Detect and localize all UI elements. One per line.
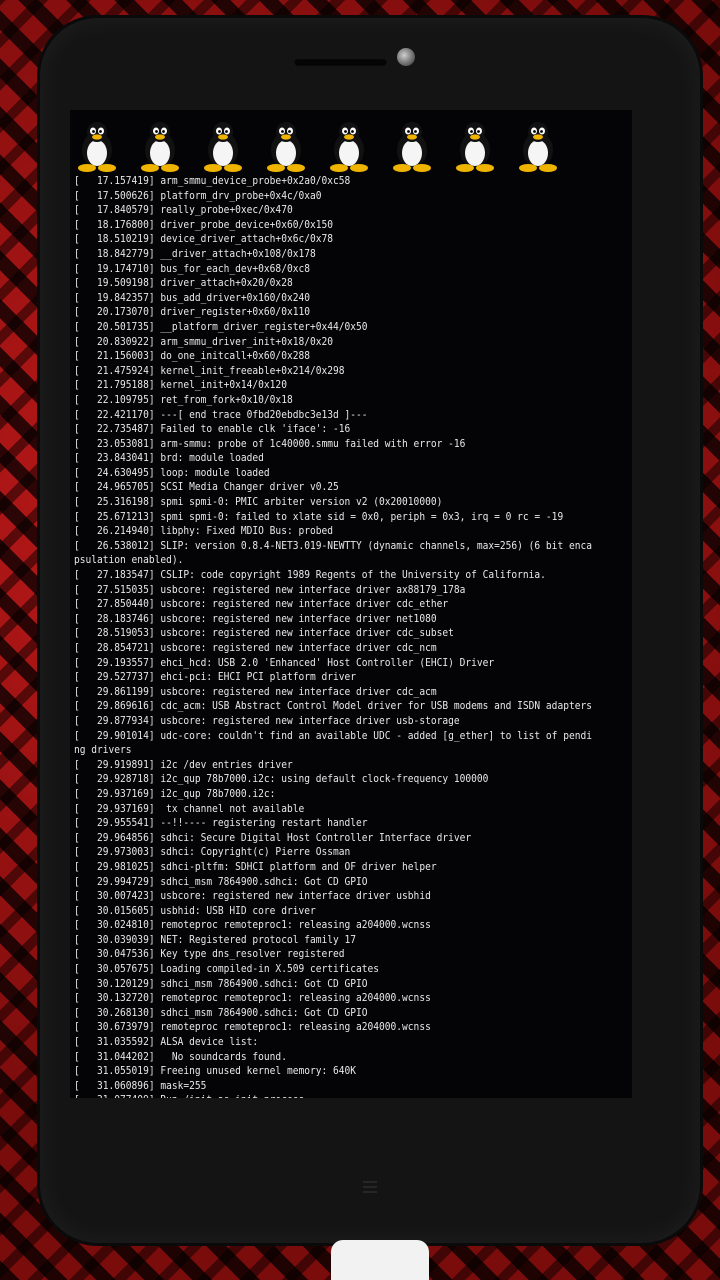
console-line: [ 25.671213] spmi spmi-0: failed to xlat… <box>74 510 564 523</box>
home-button[interactable] <box>340 1178 400 1198</box>
console-line: [ 29.937169] tx channel not available <box>74 802 305 815</box>
console-line: [ 31.060896] mask=255 <box>74 1079 207 1092</box>
console-line: [ 30.132720] remoteproc remoteproc1: rel… <box>74 992 431 1005</box>
tux-penguin-icon <box>326 120 372 172</box>
console-line: [ 17.500626] platform_drv_probe+0x4c/0xa… <box>74 189 322 202</box>
console-line: [ 29.994729] sdhci_msm 7864900.sdhci: Go… <box>74 875 368 888</box>
console-line: [ 30.024810] remoteproc remoteproc1: rel… <box>74 919 431 932</box>
console-line: [ 29.527737] ehci-pci: EHCI PCI platform… <box>74 671 357 684</box>
console-line: [ 27.850440] usbcore: registered new int… <box>74 598 449 611</box>
console-line: [ 29.973003] sdhci: Copyright(c) Pierre … <box>74 846 351 859</box>
console-line: [ 29.955541] --!!---- registering restar… <box>74 817 368 830</box>
kernel-console: [ 17.157419] arm_smmu_device_probe+0x2a0… <box>74 174 626 1098</box>
usb-cable <box>331 1240 429 1280</box>
console-line: [ 30.673979] remoteproc remoteproc1: rel… <box>74 1021 431 1034</box>
tux-penguin-icon <box>200 120 246 172</box>
console-line: [ 30.268130] sdhci_msm 7864900.sdhci: Go… <box>74 1006 368 1019</box>
console-line: [ 26.214940] libphy: Fixed MDIO Bus: pro… <box>74 525 333 538</box>
console-line: [ 19.509198] driver_attach+0x20/0x28 <box>74 277 293 290</box>
console-line: [ 21.156003] do_one_initcall+0x60/0x288 <box>74 350 310 363</box>
console-line: [ 29.981025] sdhci-pltfm: SDHCI platform… <box>74 860 437 873</box>
console-line: [ 18.176800] driver_probe_device+0x60/0x… <box>74 218 333 231</box>
console-line: [ 30.047536] Key type dns_resolver regis… <box>74 948 345 961</box>
tux-penguin-icon <box>452 120 498 172</box>
console-line: [ 30.039039] NET: Registered protocol fa… <box>74 933 357 946</box>
phone: [ 17.157419] arm_smmu_device_probe+0x2a0… <box>40 18 700 1243</box>
console-line: [ 20.830922] arm_smmu_driver_init+0x18/0… <box>74 335 333 348</box>
console-line: ng drivers <box>74 744 132 757</box>
tux-penguin-icon <box>389 120 435 172</box>
console-line: [ 24.965705] SCSI Media Changer driver v… <box>74 481 339 494</box>
tux-penguin-icon <box>515 120 561 172</box>
console-line: [ 27.183547] CSLIP: code copyright 1989 … <box>74 569 546 582</box>
console-line: [ 23.843041] brd: module loaded <box>74 452 264 465</box>
console-line: [ 21.795188] kernel_init+0x14/0x120 <box>74 379 287 392</box>
console-line: [ 29.869616] cdc_acm: USB Abstract Contr… <box>74 700 592 713</box>
console-line: [ 20.173070] driver_register+0x60/0x110 <box>74 306 310 319</box>
console-line: [ 29.964856] sdhci: Secure Digital Host … <box>74 831 472 844</box>
home-button-line <box>363 1181 377 1183</box>
console-line: [ 22.421170] ---[ end trace 0fbd20ebdbc3… <box>74 408 368 421</box>
console-line: [ 30.007423] usbcore: registered new int… <box>74 890 431 903</box>
console-line: [ 29.861199] usbcore: registered new int… <box>74 685 437 698</box>
tux-penguin-icon <box>137 120 183 172</box>
console-line: [ 29.919891] i2c /dev entries driver <box>74 758 293 771</box>
console-line: [ 30.015605] usbhid: USB HID core driver <box>74 904 316 917</box>
console-line: [ 21.475924] kernel_init_freeable+0x214/… <box>74 364 345 377</box>
boot-logo-row <box>70 110 632 172</box>
console-line: [ 18.510219] device_driver_attach+0x6c/0… <box>74 233 333 246</box>
console-line: [ 28.183746] usbcore: registered new int… <box>74 612 437 625</box>
home-button-line <box>363 1191 377 1193</box>
console-line: [ 29.877934] usbcore: registered new int… <box>74 714 460 727</box>
console-line: psulation enabled). <box>74 554 184 567</box>
console-line: [ 29.193557] ehci_hcd: USB 2.0 'Enhanced… <box>74 656 495 669</box>
console-line: [ 26.538012] SLIP: version 0.8.4-NET3.01… <box>74 539 592 552</box>
console-line: [ 28.854721] usbcore: registered new int… <box>74 642 437 654</box>
console-line: [ 31.035592] ALSA device list: <box>74 1036 259 1049</box>
console-line: [ 31.077409] Run /init as init process <box>74 1093 626 1098</box>
console-line: [ 22.109795] ret_from_fork+0x10/0x18 <box>74 393 293 406</box>
console-line: [ 19.174710] bus_for_each_dev+0x68/0xc8 <box>74 262 310 275</box>
console-line: [ 18.842779] __driver_attach+0x108/0x178 <box>74 247 316 260</box>
console-line: [ 27.515035] usbcore: registered new int… <box>74 583 466 596</box>
console-line: [ 29.901014] udc-core: couldn't find an … <box>74 729 592 742</box>
console-line: [ 22.735487] Failed to enable clk 'iface… <box>74 423 351 436</box>
console-line: [ 31.044202] No soundcards found. <box>74 1050 287 1063</box>
console-line: [ 19.842357] bus_add_driver+0x160/0x240 <box>74 291 310 304</box>
console-line: [ 20.501735] __platform_driver_register+… <box>74 320 368 333</box>
phone-screen: [ 17.157419] arm_smmu_device_probe+0x2a0… <box>70 110 632 1098</box>
console-line: [ 17.157419] arm_smmu_device_probe+0x2a0… <box>74 175 351 187</box>
home-button-line <box>363 1186 377 1188</box>
console-line: [ 24.630495] loop: module loaded <box>74 466 270 479</box>
console-line: [ 30.120129] sdhci_msm 7864900.sdhci: Go… <box>74 977 368 990</box>
front-camera <box>397 48 415 66</box>
console-line: [ 30.057675] Loading compiled-in X.509 c… <box>74 963 380 976</box>
console-line: [ 17.840579] really_probe+0xec/0x470 <box>74 204 293 217</box>
console-line: [ 29.937169] i2c_qup 78b7000.i2c: <box>74 787 276 800</box>
tux-penguin-icon <box>263 120 309 172</box>
console-line: [ 23.053081] arm-smmu: probe of 1c40000.… <box>74 437 466 450</box>
console-line: [ 28.519053] usbcore: registered new int… <box>74 627 454 640</box>
console-line: [ 29.928718] i2c_qup 78b7000.i2c: using … <box>74 773 489 786</box>
earpiece-speaker <box>293 58 388 67</box>
tux-penguin-icon <box>74 120 120 172</box>
console-line: [ 25.316198] spmi spmi-0: PMIC arbiter v… <box>74 496 443 509</box>
console-line: [ 31.055019] Freeing unused kernel memor… <box>74 1065 357 1078</box>
